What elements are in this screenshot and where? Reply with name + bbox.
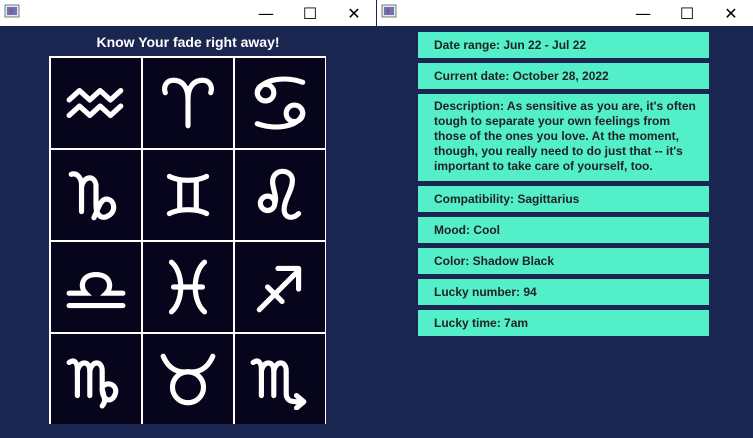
gemini-icon: [166, 173, 210, 217]
pisces-sign-button[interactable]: [143, 242, 233, 332]
taurus-sign-button[interactable]: [143, 334, 233, 424]
title-bar[interactable]: — ☐ ✕: [0, 0, 376, 26]
taurus-icon: [160, 353, 216, 406]
lucky-time-label: Lucky time: 7am: [418, 310, 709, 336]
java-app-icon: [4, 4, 20, 18]
libra-icon: [66, 272, 126, 309]
gemini-sign-button[interactable]: [143, 150, 233, 240]
aquarius-sign-button[interactable]: [51, 58, 141, 148]
maximize-button[interactable]: ☐: [665, 0, 709, 26]
close-button[interactable]: ✕: [332, 0, 376, 26]
aquarius-icon: [66, 88, 124, 118]
java-app-icon: [381, 4, 397, 18]
capricorn-icon: [68, 171, 117, 221]
cancer-icon: [254, 76, 306, 130]
mood-label: Mood: Cool: [418, 217, 709, 243]
date-range-label: Date range: Jun 22 - Jul 22: [418, 32, 709, 58]
compatibility-label: Compatibility: Sagittarius: [418, 186, 709, 212]
lucky-number-label: Lucky number: 94: [418, 279, 709, 305]
color-label: Color: Shadow Black: [418, 248, 709, 274]
zodiac-grid: [49, 56, 326, 424]
sagittarius-icon: [256, 265, 302, 313]
current-date-label: Current date: October 28, 2022: [418, 63, 709, 89]
title-bar[interactable]: — ☐ ✕: [377, 0, 753, 26]
sagittarius-sign-button[interactable]: [235, 242, 325, 332]
cancer-sign-button[interactable]: [235, 58, 325, 148]
aries-icon: [162, 77, 214, 129]
zodiac-picker-window: — ☐ ✕ Know Your fade right away!: [0, 0, 376, 438]
virgo-sign-button[interactable]: [51, 334, 141, 424]
horoscope-details: Date range: Jun 22 - Jul 22 Current date…: [418, 32, 709, 341]
scorpio-sign-button[interactable]: [235, 334, 325, 424]
libra-sign-button[interactable]: [51, 242, 141, 332]
capricorn-sign-button[interactable]: [51, 150, 141, 240]
scorpio-icon: [250, 358, 307, 410]
minimize-button[interactable]: —: [621, 0, 665, 26]
leo-icon: [257, 168, 302, 220]
pisces-icon: [168, 259, 208, 315]
horoscope-window: — ☐ ✕ Date range: Jun 22 - Jul 22 Curren…: [377, 0, 753, 438]
minimize-button[interactable]: —: [244, 0, 288, 26]
leo-sign-button[interactable]: [235, 150, 325, 240]
description-text: Description: As sensitive as you are, it…: [418, 94, 709, 181]
aries-sign-button[interactable]: [143, 58, 233, 148]
maximize-button[interactable]: ☐: [288, 0, 332, 26]
virgo-icon: [66, 358, 119, 409]
close-button[interactable]: ✕: [709, 0, 753, 26]
heading: Know Your fade right away!: [96, 34, 280, 50]
